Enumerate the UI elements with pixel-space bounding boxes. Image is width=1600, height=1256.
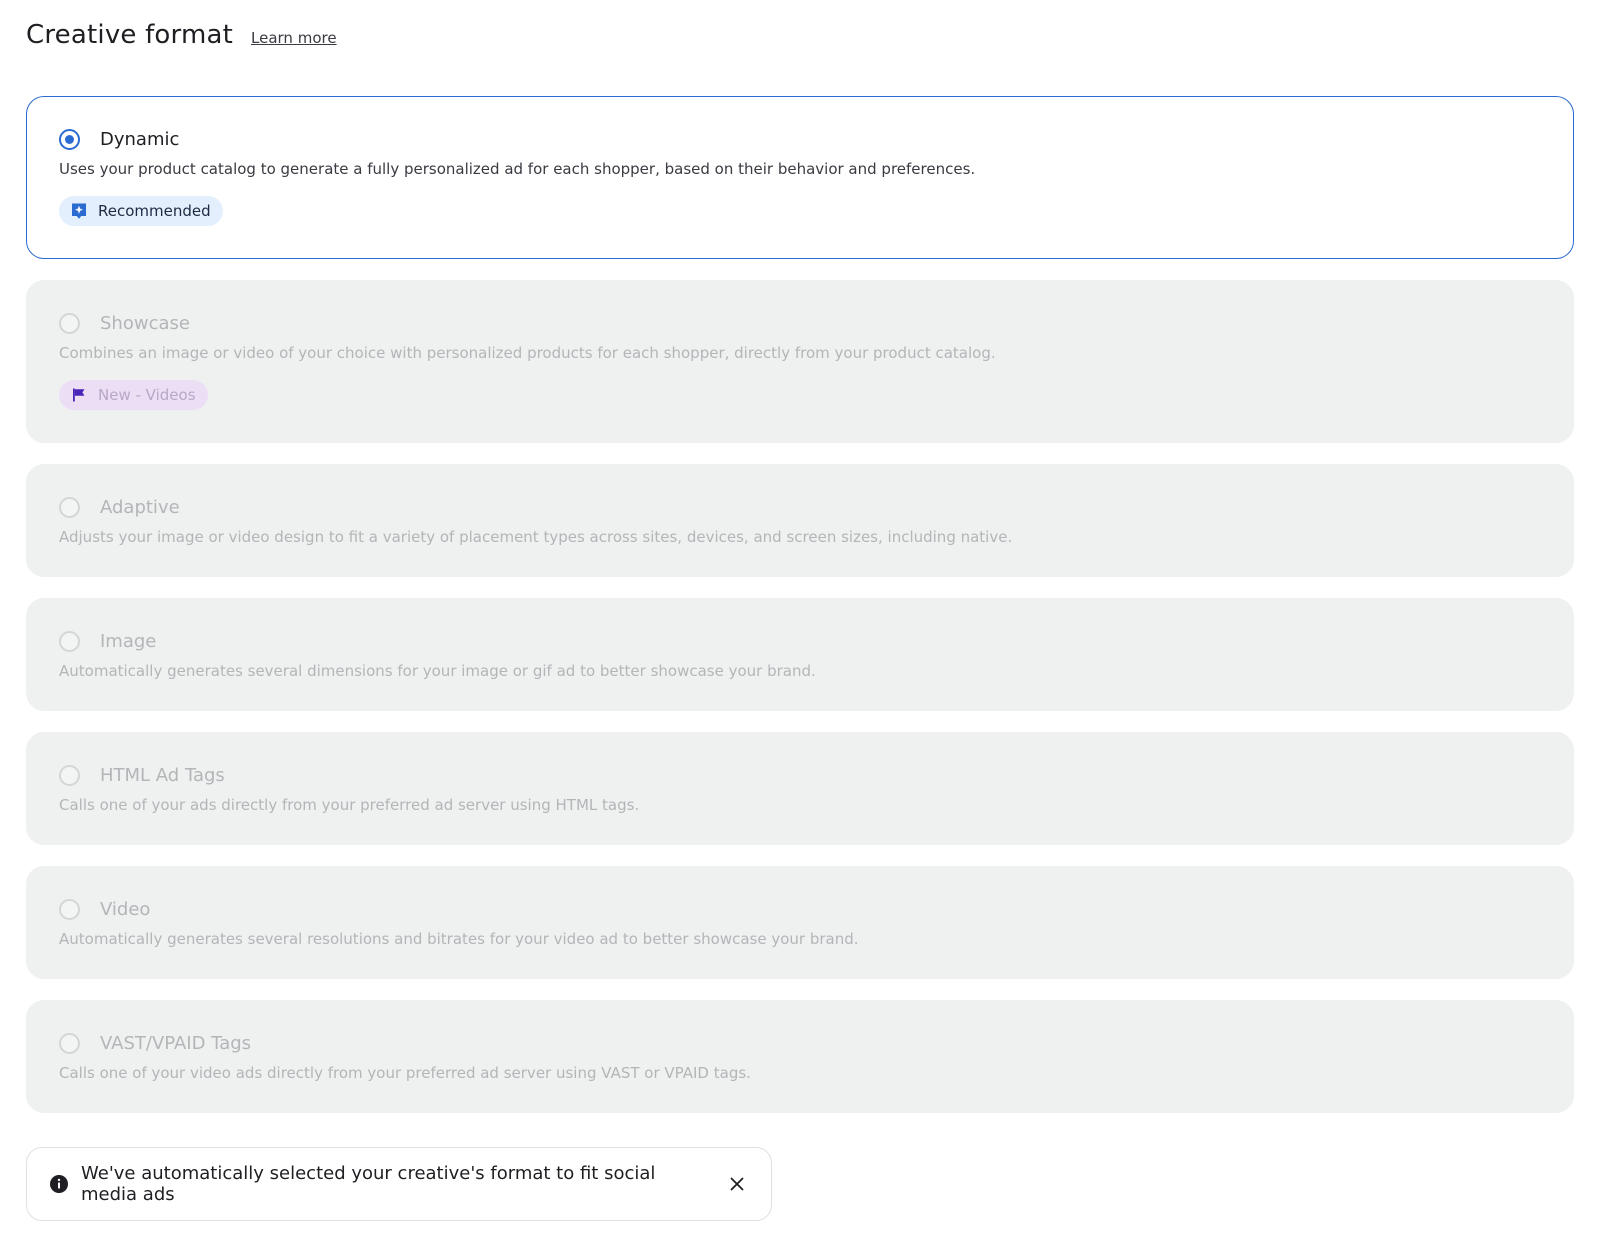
option-header: VAST/VPAID Tags — [59, 1029, 1541, 1057]
option-header: HTML Ad Tags — [59, 761, 1541, 789]
radio-showcase — [59, 312, 80, 334]
option-description: Automatically generates several dimensio… — [59, 662, 816, 680]
radio-selected-dot — [65, 134, 74, 144]
option-title: Showcase — [100, 312, 190, 334]
flag-icon — [70, 386, 88, 404]
option-title: VAST/VPAID Tags — [100, 1032, 252, 1054]
option-description: Calls one of your video ads directly fro… — [59, 1064, 751, 1082]
radio-vast-vpaid-tags — [59, 1032, 80, 1054]
option-description: Combines an image or video of your choic… — [59, 344, 996, 362]
badge-label: Recommended — [98, 202, 211, 220]
info-icon — [49, 1174, 69, 1194]
option-title: Video — [100, 898, 151, 920]
option-header: Video — [59, 895, 1541, 923]
option-card-video: Video Automatically generates several re… — [26, 866, 1574, 979]
option-description: Adjusts your image or video design to fi… — [59, 528, 1013, 546]
option-card-showcase: Showcase Combines an image or video of y… — [26, 280, 1574, 443]
info-toast: We've automatically selected your creati… — [26, 1147, 772, 1221]
radio-html-ad-tags — [59, 764, 80, 786]
option-title: Adaptive — [100, 496, 180, 518]
option-header: Dynamic — [59, 125, 1541, 153]
option-card-vast-vpaid-tags: VAST/VPAID Tags Calls one of your video … — [26, 1000, 1574, 1113]
page-title: Creative format — [26, 20, 234, 50]
option-title: Image — [100, 630, 157, 652]
option-card-html-ad-tags: HTML Ad Tags Calls one of your ads direc… — [26, 732, 1574, 845]
option-card-image: Image Automatically generates several di… — [26, 598, 1574, 711]
option-card-dynamic[interactable]: Dynamic Uses your product catalog to gen… — [26, 96, 1574, 259]
option-description: Automatically generates several resoluti… — [59, 930, 859, 948]
option-card-adaptive: Adaptive Adjusts your image or video des… — [26, 464, 1574, 577]
toast-message: We've automatically selected your creati… — [81, 1163, 656, 1205]
section-header: Creative format Learn more — [26, 20, 1574, 74]
learn-more-link[interactable]: Learn more — [251, 29, 337, 47]
recommended-badge: Recommended — [59, 196, 223, 226]
sparkle-badge-icon — [70, 202, 88, 220]
radio-adaptive — [59, 496, 80, 518]
badge-label: New - Videos — [98, 386, 196, 404]
radio-video — [59, 898, 80, 920]
radio-image — [59, 630, 80, 652]
radio-dynamic[interactable] — [59, 128, 80, 150]
option-title: Dynamic — [100, 128, 180, 150]
option-description: Calls one of your ads directly from your… — [59, 796, 640, 814]
creative-format-page: Creative format Learn more Dynamic Uses … — [0, 0, 1600, 1256]
option-title: HTML Ad Tags — [100, 764, 225, 786]
format-options-list: Dynamic Uses your product catalog to gen… — [26, 96, 1574, 1113]
close-icon[interactable] — [725, 1172, 749, 1196]
option-description: Uses your product catalog to generate a … — [59, 160, 976, 178]
option-header: Image — [59, 627, 1541, 655]
option-header: Showcase — [59, 309, 1541, 337]
option-header: Adaptive — [59, 493, 1541, 521]
new-videos-badge: New - Videos — [59, 380, 208, 410]
